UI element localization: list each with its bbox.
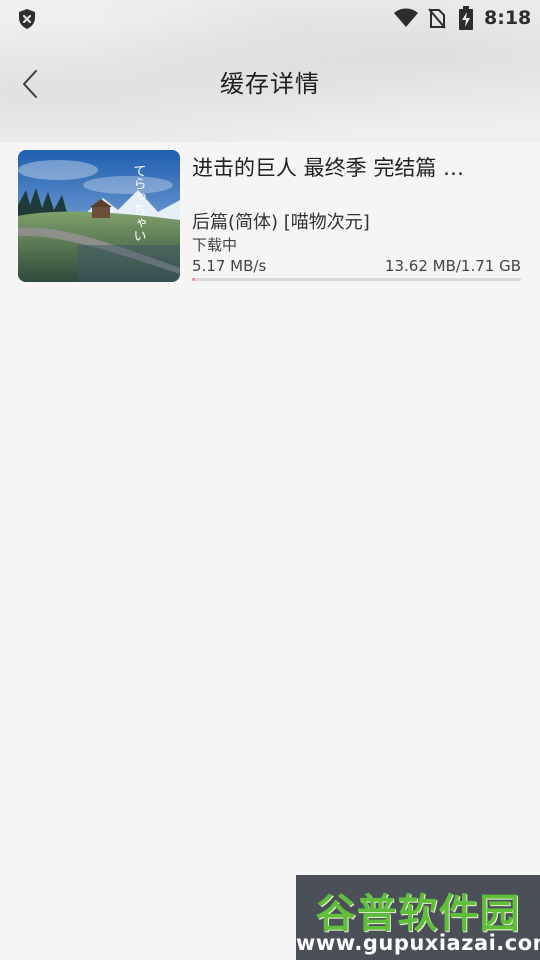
download-progress-bar	[192, 278, 521, 281]
wifi-icon	[394, 8, 418, 27]
download-subtitle: 后篇(简体) [喵物次元]	[192, 212, 370, 233]
download-status: 下载中	[192, 236, 238, 254]
page-title: 缓存详情	[220, 70, 320, 98]
status-time: 8:18	[484, 7, 532, 29]
download-title: 进击的巨人 最终季 完结篇 …	[192, 156, 465, 180]
anime-thumbnail: てらっちゃい	[18, 150, 180, 282]
watermark-logo: 谷普软件园 www.gupuxiazai.com	[296, 875, 540, 960]
no-sim-icon	[428, 8, 446, 29]
download-item[interactable]: てらっちゃい 进击的巨人 最终季 完结篇 … 后篇(简体) [喵物次元] 下载中…	[18, 150, 523, 283]
watermark-url: www.gupuxiazai.com	[296, 931, 540, 955]
header: 8:18 缓存详情	[0, 0, 540, 142]
status-bar: 8:18	[0, 0, 540, 38]
screen: 8:18 缓存详情 てらっちゃい 进击的巨人 最终季 完结篇 … 后篇(简体) …	[0, 0, 540, 960]
download-progress-fill	[192, 278, 195, 281]
shield-icon	[19, 9, 35, 29]
download-speed: 5.17 MB/s	[192, 257, 267, 275]
battery-charging-icon	[459, 6, 473, 30]
download-size: 13.62 MB/1.71 GB	[384, 257, 521, 275]
thumbnail-caption: てらっちゃい	[131, 164, 146, 242]
